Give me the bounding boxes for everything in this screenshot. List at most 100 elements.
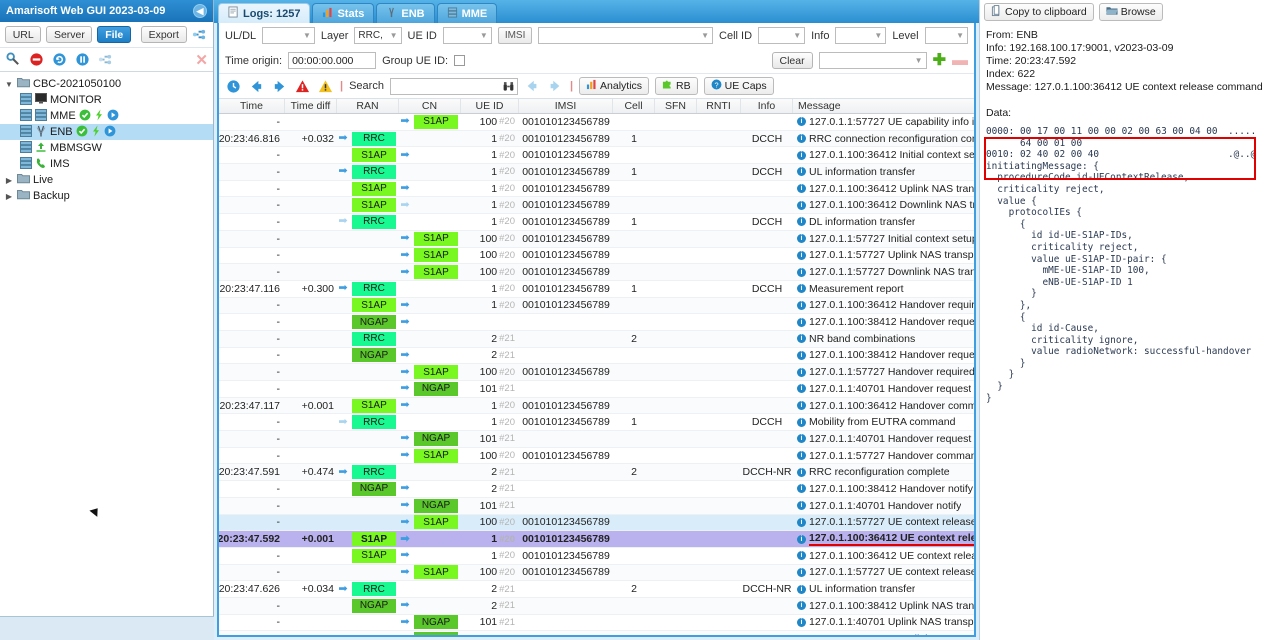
clear-button[interactable]: Clear [771, 52, 813, 69]
column-header-time-diff[interactable]: Time diff [285, 99, 337, 113]
warning-icon[interactable] [317, 78, 334, 95]
table-row[interactable]: - RRC 2 #21 2 i NR band combinations [219, 330, 974, 348]
tree-item-live[interactable]: ▶ Live [0, 172, 213, 188]
search-input[interactable] [389, 77, 518, 96]
table-row[interactable]: - ➡ S1AP 100 #20 001010123456789 i 127.0.1.1:57… [219, 264, 974, 281]
column-header-message[interactable]: Message [793, 99, 974, 113]
info-select[interactable]: ▼ [835, 27, 887, 44]
table-row[interactable]: - S1AP ➡ 1 #20 001010123456789 i 127.0.1.100:36… [219, 297, 974, 315]
tree-item-backup[interactable]: ▶ Backup [0, 188, 213, 204]
table-row[interactable]: -➡NGAP101#21i127.0.1.1:40701 Downlink NA… [219, 631, 974, 635]
find-prev-icon[interactable] [524, 78, 541, 95]
uldl-select[interactable]: ▼ [262, 27, 315, 44]
table-row[interactable]: - ➡ S1AP 100 #20 001010123456789 i 127.0.1.1:57… [219, 114, 974, 131]
table-row[interactable]: - S1AP ➡ 1 #20 001010123456789 i 127.0.1.100:36… [219, 147, 974, 165]
browse-button[interactable]: Browse [1098, 3, 1163, 21]
clock-icon[interactable] [225, 78, 242, 95]
chevron-right-icon[interactable]: ▶ [4, 176, 14, 185]
table-row[interactable]: 20:23:47.626 +0.034 ➡ RRC 2 #21 2 DCCH-NR i UL in… [219, 581, 974, 598]
table-row[interactable]: - ➡ NGAP 101 #21 i 127.0.1.1:40701 Uplink NAS … [219, 615, 974, 632]
tree-item-mme[interactable]: MME [0, 108, 213, 124]
chevron-right-icon[interactable]: ▶ [4, 192, 14, 201]
tab-stats[interactable]: Stats [312, 3, 375, 23]
table-row[interactable]: - S1AP ➡ 1 #20 001010123456789 i 127.0.1.100:36… [219, 197, 974, 215]
table-row[interactable]: - NGAP ➡ 2 #21 i 127.0.1.100:38412 Uplink NAS … [219, 597, 974, 615]
table-row[interactable]: - ➡ S1AP 100 #20 001010123456789 i 127.0.1.1:57… [219, 514, 974, 532]
stop-icon[interactable] [28, 51, 45, 68]
group-ueid-checkbox[interactable] [454, 55, 466, 66]
imsi-select[interactable]: ▼ [538, 27, 714, 44]
copy-to-clipboard-button[interactable]: Copy to clipboard [984, 3, 1094, 21]
tab-logs-1257[interactable]: Logs: 1257 [218, 3, 311, 23]
table-row[interactable]: - NGAP ➡ 2 #21 i 127.0.1.100:38412 Handover re… [219, 348, 974, 365]
column-header-ue-id[interactable]: UE ID [461, 99, 519, 113]
tab-enb[interactable]: ENB [376, 3, 435, 23]
table-row[interactable]: - ➡ NGAP 101 #21 i 127.0.1.1:40701 Handover re… [219, 431, 974, 448]
rb-button[interactable]: RB [655, 77, 698, 95]
column-header-imsi[interactable]: IMSI [519, 99, 613, 113]
ueid-select[interactable]: ▼ [442, 27, 492, 44]
table-row[interactable]: - ➡ S1AP 100 #20 001010123456789 i 127.0.1.1:57… [219, 564, 974, 582]
table-row[interactable]: 20:23:47.117 +0.001 S1AP ➡ 1 #20 0010101234567… [219, 397, 974, 415]
column-header-time[interactable]: Time [219, 99, 285, 113]
tree-item-mbmsgw[interactable]: MBMSGW [0, 140, 213, 156]
table-row[interactable]: - S1AP ➡ 1 #20 001010123456789 i 127.0.1.100:36… [219, 548, 974, 565]
plus-icon[interactable]: ✚ [933, 52, 946, 69]
table-row[interactable]: - ➡ RRC 1 #20 001010123456789 1 DCCH i UL informa… [219, 164, 974, 181]
column-header-cn[interactable]: CN [399, 99, 461, 113]
next-arrow-icon[interactable] [271, 78, 288, 95]
tree-item-monitor[interactable]: MONITOR [0, 92, 213, 108]
refresh-icon[interactable] [51, 51, 68, 68]
source-tab-server[interactable]: Server [46, 26, 93, 43]
collapse-sidebar-button[interactable]: ◀ [193, 4, 207, 18]
table-row[interactable]: - ➡ S1AP 100 #20 001010123456789 i 127.0.1.1:57… [219, 230, 974, 248]
direction-arrow-icon: ➡ [400, 399, 410, 412]
export-button[interactable]: Export [141, 26, 187, 43]
table-row[interactable]: - NGAP ➡ 2 #21 i 127.0.1.100:38412 Handover no… [219, 481, 974, 498]
table-row[interactable]: - ➡ S1AP 100 #20 001010123456789 i 127.0.1.1:57… [219, 248, 974, 265]
pause-icon[interactable] [74, 51, 91, 68]
table-row[interactable]: - ➡ RRC 1 #20 001010123456789 1 DCCH i DL informa… [219, 214, 974, 231]
source-tab-file[interactable]: File [97, 26, 132, 43]
table-row[interactable]: - ➡ RRC 1 #20 001010123456789 1 DCCH i Mobility f… [219, 414, 974, 432]
level-select[interactable]: ▼ [924, 27, 968, 44]
binoculars-icon[interactable] [502, 80, 515, 96]
close-icon[interactable]: ✕ [195, 51, 208, 69]
column-header-sfn[interactable]: SFN [655, 99, 697, 113]
wrench-icon[interactable] [5, 51, 22, 68]
table-row[interactable]: - S1AP ➡ 1 #20 001010123456789 i 127.0.1.100:36… [219, 181, 974, 198]
column-header-rnti[interactable]: RNTI [697, 99, 741, 113]
cellid-select[interactable]: ▼ [758, 27, 806, 44]
analytics-button[interactable]: Analytics [579, 77, 650, 95]
column-header-cell[interactable]: Cell [613, 99, 655, 113]
plug-icon[interactable] [192, 26, 209, 43]
table-row[interactable]: 20:23:47.591 +0.474 ➡ RRC 2 #21 2 DCCH-NR i RRC r… [219, 464, 974, 482]
time-origin-input[interactable]: 00:00:00.000 [288, 52, 377, 69]
error-icon[interactable] [294, 78, 311, 95]
column-header-ran[interactable]: RAN [337, 99, 399, 113]
chevron-down-icon[interactable]: ▼ [4, 80, 14, 89]
plug-icon[interactable] [97, 51, 114, 68]
prev-arrow-icon[interactable] [248, 78, 265, 95]
table-row[interactable]: - ➡ NGAP 101 #21 i 127.0.1.1:40701 Handover no… [219, 497, 974, 515]
find-next-icon[interactable] [547, 78, 564, 95]
source-tab-url[interactable]: URL [5, 26, 42, 43]
minus-icon[interactable]: ▬ [952, 52, 968, 69]
tab-mme[interactable]: MME [436, 3, 498, 23]
column-header-info[interactable]: Info [741, 99, 793, 113]
tree-item-ims[interactable]: IMS [0, 156, 213, 172]
ue-caps-button[interactable]: ? UE Caps [703, 77, 774, 95]
imsi-button[interactable]: IMSI [497, 27, 533, 44]
table-row[interactable]: - NGAP ➡ i 127.0.1.100:38412 Handover reques… [219, 314, 974, 331]
table-row[interactable]: - ➡ S1AP 100 #20 001010123456789 i 127.0.1.1:57… [219, 448, 974, 465]
preset-select[interactable]: ▼ [818, 52, 927, 69]
table-row[interactable]: 20:23:46.816 +0.032 ➡ RRC 1 #20 00101012345678… [219, 130, 974, 148]
table-row[interactable]: - ➡ NGAP 101 #21 i 127.0.1.1:40701 Handover re… [219, 381, 974, 398]
table-row[interactable]: - ➡ S1AP 100 #20 001010123456789 i 127.0.1.1:57… [219, 364, 974, 381]
layer-select[interactable]: RRC, ▼ [354, 27, 402, 44]
tree-item-enb[interactable]: ENB [0, 124, 213, 140]
table-row[interactable]: 20:23:47.592 +0.001 S1AP ➡ 1 #20 0010101234567… [219, 531, 974, 548]
table-row[interactable]: 20:23:47.116 +0.300 ➡ RRC 1 #20 00101012345678… [219, 281, 974, 298]
tree-item-cbc-2021050100[interactable]: ▼ CBC-2021050100 [0, 76, 213, 92]
cell-cell [613, 114, 655, 130]
